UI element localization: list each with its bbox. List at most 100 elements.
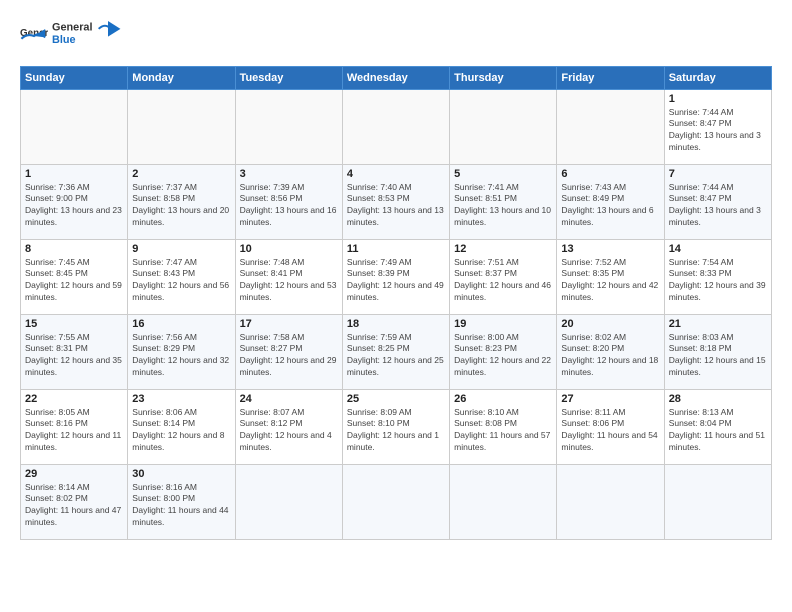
day-number: 8 xyxy=(25,243,123,255)
day-number: 22 xyxy=(25,393,123,405)
calendar-week-2: 8Sunrise: 7:45 AMSunset: 8:45 PMDaylight… xyxy=(21,239,772,314)
day-number: 27 xyxy=(561,393,659,405)
calendar-cell: 8Sunrise: 7:45 AMSunset: 8:45 PMDaylight… xyxy=(21,239,128,314)
day-info: Sunrise: 7:54 AMSunset: 8:33 PMDaylight:… xyxy=(669,257,767,305)
calendar-week-3: 15Sunrise: 7:55 AMSunset: 8:31 PMDayligh… xyxy=(21,314,772,389)
day-number: 12 xyxy=(454,243,552,255)
calendar-cell: 24Sunrise: 8:07 AMSunset: 8:12 PMDayligh… xyxy=(235,389,342,464)
day-info: Sunrise: 8:13 AMSunset: 8:04 PMDaylight:… xyxy=(669,407,767,455)
calendar-cell: 30Sunrise: 8:16 AMSunset: 8:00 PMDayligh… xyxy=(128,464,235,539)
day-info: Sunrise: 7:51 AMSunset: 8:37 PMDaylight:… xyxy=(454,257,552,305)
day-info: Sunrise: 7:44 AMSunset: 8:47 PMDaylight:… xyxy=(669,182,767,230)
calendar-cell xyxy=(235,464,342,539)
day-number: 1 xyxy=(25,168,123,180)
logo: General General Blue xyxy=(20,16,122,56)
day-number: 14 xyxy=(669,243,767,255)
day-info: Sunrise: 7:56 AMSunset: 8:29 PMDaylight:… xyxy=(132,332,230,380)
calendar-cell: 4Sunrise: 7:40 AMSunset: 8:53 PMDaylight… xyxy=(342,164,449,239)
calendar-cell: 11 Sunrise: 7:49 AMSunset: 8:39 PMDayligh… xyxy=(342,239,449,314)
day-info: Sunrise: 7:44 AMSunset: 8:47 PMDaylight:… xyxy=(669,107,767,155)
calendar-cell xyxy=(557,89,664,164)
day-number: 15 xyxy=(25,318,123,330)
day-info: Sunrise: 8:05 AMSunset: 8:16 PMDaylight:… xyxy=(25,407,123,455)
day-number: 11 xyxy=(347,243,445,255)
day-info: Sunrise: 7:49 AMSunset: 8:39 PMDaylight:… xyxy=(347,257,445,305)
day-info: Sunrise: 8:07 AMSunset: 8:12 PMDaylight:… xyxy=(240,407,338,455)
svg-text:Blue: Blue xyxy=(52,34,76,46)
day-number: 21 xyxy=(669,318,767,330)
day-info: Sunrise: 8:02 AMSunset: 8:20 PMDaylight:… xyxy=(561,332,659,380)
day-number: 10 xyxy=(240,243,338,255)
day-number: 23 xyxy=(132,393,230,405)
day-number: 17 xyxy=(240,318,338,330)
weekday-header-saturday: Saturday xyxy=(664,66,771,89)
calendar-cell: 10 Sunrise: 7:48 AMSunset: 8:41 PMDayligh… xyxy=(235,239,342,314)
calendar-cell: 19Sunrise: 8:00 AMSunset: 8:23 PMDayligh… xyxy=(450,314,557,389)
header: General General Blue xyxy=(20,16,772,56)
calendar-cell xyxy=(342,464,449,539)
calendar-cell xyxy=(128,89,235,164)
calendar-cell: 5Sunrise: 7:41 AMSunset: 8:51 PMDaylight… xyxy=(450,164,557,239)
day-number: 3 xyxy=(240,168,338,180)
calendar-cell xyxy=(557,464,664,539)
day-number: 28 xyxy=(669,393,767,405)
page: General General Blue xyxy=(0,0,792,612)
day-info: Sunrise: 8:11 AMSunset: 8:06 PMDaylight:… xyxy=(561,407,659,455)
calendar-cell: 27 Sunrise: 8:11 AMSunset: 8:06 PMDayligh… xyxy=(557,389,664,464)
day-info: Sunrise: 7:59 AMSunset: 8:25 PMDaylight:… xyxy=(347,332,445,380)
calendar-cell: 21Sunrise: 8:03 AMSunset: 8:18 PMDayligh… xyxy=(664,314,771,389)
day-number: 1 xyxy=(669,93,767,105)
calendar-week-0: 1 Sunrise: 7:44 AMSunset: 8:47 PMDaylight… xyxy=(21,89,772,164)
weekday-header-monday: Monday xyxy=(128,66,235,89)
day-number: 26 xyxy=(454,393,552,405)
day-number: 20 xyxy=(561,318,659,330)
calendar-cell: 25 Sunrise: 8:09 AMSunset: 8:10 PMDayligh… xyxy=(342,389,449,464)
calendar-cell: 7Sunrise: 7:44 AMSunset: 8:47 PMDaylight… xyxy=(664,164,771,239)
calendar-cell xyxy=(664,464,771,539)
calendar-week-1: 1 Sunrise: 7:36 AMSunset: 9:00 PMDaylight… xyxy=(21,164,772,239)
calendar-cell: 13Sunrise: 7:52 AMSunset: 8:35 PMDayligh… xyxy=(557,239,664,314)
calendar-cell xyxy=(342,89,449,164)
calendar-cell: 26 Sunrise: 8:10 AMSunset: 8:08 PMDayligh… xyxy=(450,389,557,464)
day-number: 30 xyxy=(132,468,230,480)
calendar-cell xyxy=(235,89,342,164)
day-info: Sunrise: 7:47 AMSunset: 8:43 PMDaylight:… xyxy=(132,257,230,305)
calendar-cell: 6 Sunrise: 7:43 AMSunset: 8:49 PMDaylight… xyxy=(557,164,664,239)
day-info: Sunrise: 7:48 AMSunset: 8:41 PMDaylight:… xyxy=(240,257,338,305)
weekday-header-friday: Friday xyxy=(557,66,664,89)
calendar-week-4: 22 Sunrise: 8:05 AMSunset: 8:16 PMDayligh… xyxy=(21,389,772,464)
day-number: 2 xyxy=(132,168,230,180)
logo-graphic: General Blue xyxy=(52,16,122,51)
calendar-cell: 2 Sunrise: 7:37 AMSunset: 8:58 PMDaylight… xyxy=(128,164,235,239)
day-number: 25 xyxy=(347,393,445,405)
calendar-cell: 23 Sunrise: 8:06 AMSunset: 8:14 PMDayligh… xyxy=(128,389,235,464)
weekday-header-tuesday: Tuesday xyxy=(235,66,342,89)
calendar-cell: 3Sunrise: 7:39 AMSunset: 8:56 PMDaylight… xyxy=(235,164,342,239)
day-number: 19 xyxy=(454,318,552,330)
calendar-cell: 9 Sunrise: 7:47 AMSunset: 8:43 PMDaylight… xyxy=(128,239,235,314)
day-info: Sunrise: 7:41 AMSunset: 8:51 PMDaylight:… xyxy=(454,182,552,230)
day-info: Sunrise: 7:58 AMSunset: 8:27 PMDaylight:… xyxy=(240,332,338,380)
calendar-week-5: 29Sunrise: 8:14 AMSunset: 8:02 PMDayligh… xyxy=(21,464,772,539)
calendar-cell xyxy=(450,464,557,539)
day-info: Sunrise: 8:09 AMSunset: 8:10 PMDaylight:… xyxy=(347,407,445,455)
weekday-header-row: SundayMondayTuesdayWednesdayThursdayFrid… xyxy=(21,66,772,89)
svg-text:General: General xyxy=(52,21,93,33)
day-info: Sunrise: 7:36 AMSunset: 9:00 PMDaylight:… xyxy=(25,182,123,230)
calendar-cell: 20 Sunrise: 8:02 AMSunset: 8:20 PMDayligh… xyxy=(557,314,664,389)
day-number: 4 xyxy=(347,168,445,180)
day-number: 29 xyxy=(25,468,123,480)
day-info: Sunrise: 8:10 AMSunset: 8:08 PMDaylight:… xyxy=(454,407,552,455)
day-number: 9 xyxy=(132,243,230,255)
calendar-cell: 1 Sunrise: 7:44 AMSunset: 8:47 PMDaylight… xyxy=(664,89,771,164)
day-info: Sunrise: 7:37 AMSunset: 8:58 PMDaylight:… xyxy=(132,182,230,230)
day-info: Sunrise: 8:06 AMSunset: 8:14 PMDaylight:… xyxy=(132,407,230,455)
day-number: 16 xyxy=(132,318,230,330)
day-info: Sunrise: 7:43 AMSunset: 8:49 PMDaylight:… xyxy=(561,182,659,230)
calendar-cell: 14 Sunrise: 7:54 AMSunset: 8:33 PMDayligh… xyxy=(664,239,771,314)
calendar-cell xyxy=(21,89,128,164)
calendar-table: SundayMondayTuesdayWednesdayThursdayFrid… xyxy=(20,66,772,540)
day-number: 6 xyxy=(561,168,659,180)
calendar-cell: 28 Sunrise: 8:13 AMSunset: 8:04 PMDayligh… xyxy=(664,389,771,464)
day-info: Sunrise: 7:52 AMSunset: 8:35 PMDaylight:… xyxy=(561,257,659,305)
